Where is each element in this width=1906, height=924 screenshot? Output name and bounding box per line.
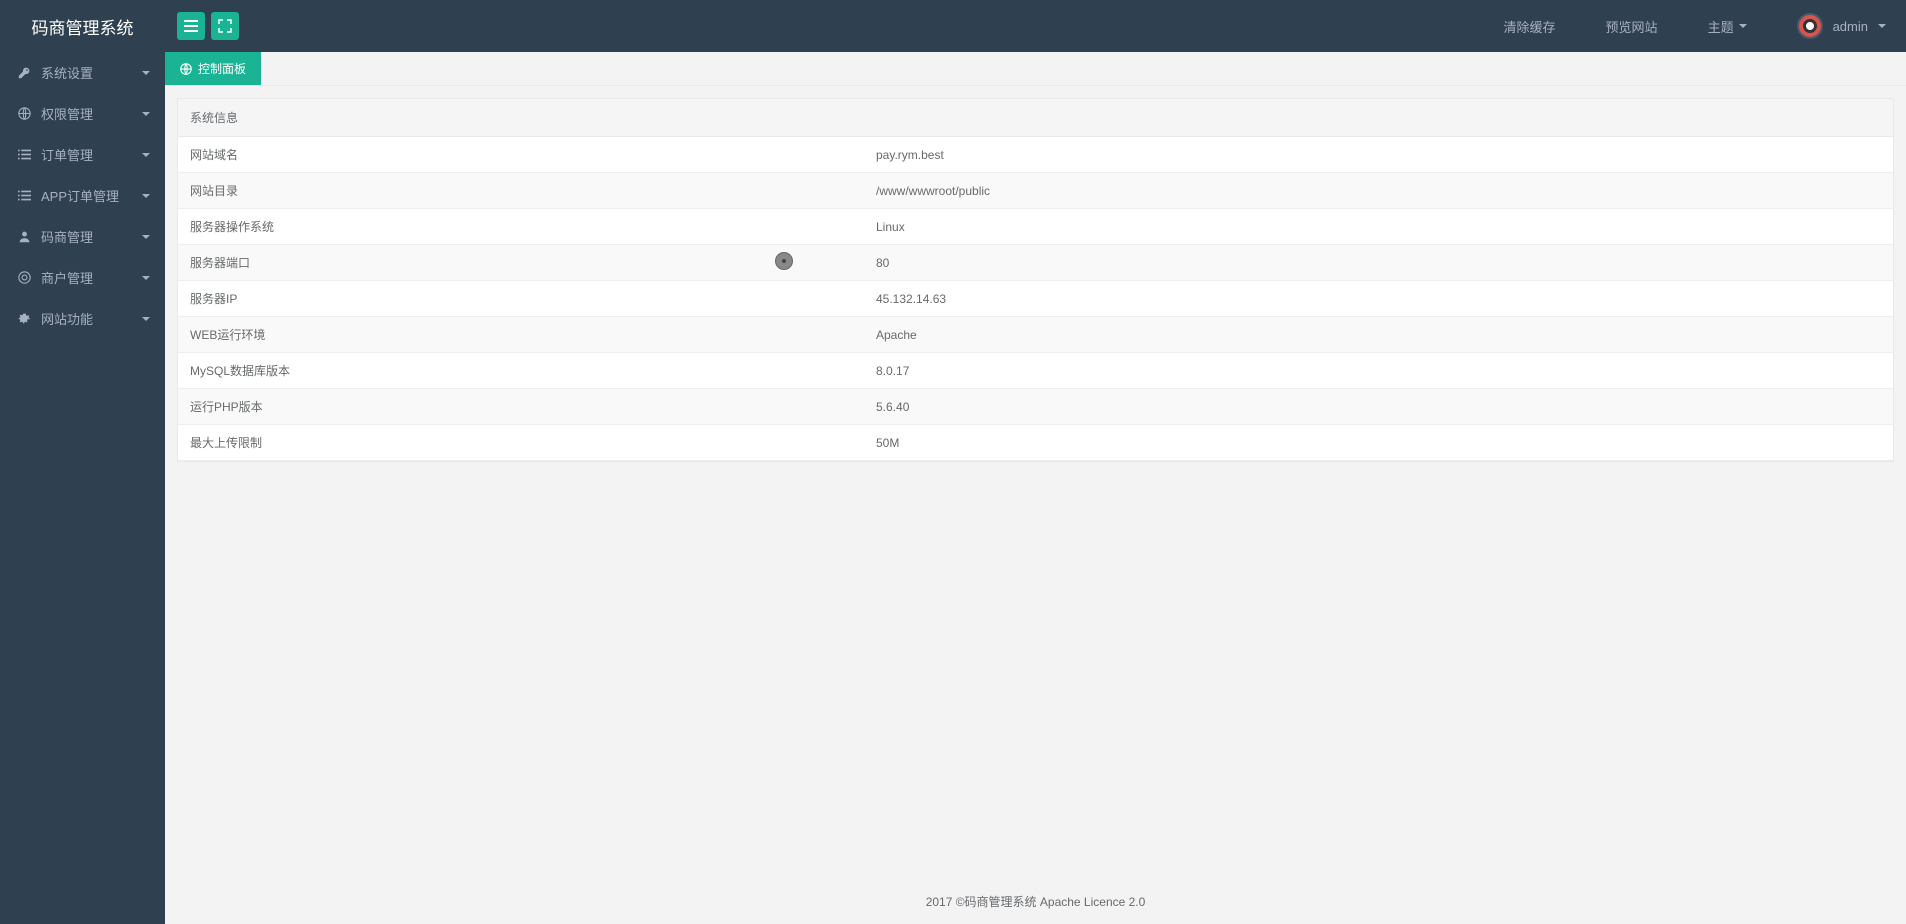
table-row: 服务器端口80: [178, 245, 1893, 281]
info-label: 最大上传限制: [178, 425, 864, 461]
sidebar-item-app-order-management[interactable]: APP订单管理: [0, 175, 165, 216]
content-area: 系统信息 网站域名pay.rym.best网站目录/www/wwwroot/pu…: [165, 86, 1906, 924]
table-row: 运行PHP版本5.6.40: [178, 389, 1893, 425]
system-info-table: 网站域名pay.rym.best网站目录/www/wwwroot/public服…: [178, 137, 1893, 461]
main-container: 系统设置 权限管理 订单管理 APP订单管理: [0, 52, 1906, 924]
sidebar-item-label: 网站功能: [41, 309, 93, 328]
list-icon: [15, 189, 33, 202]
tab-control-panel[interactable]: 控制面板: [165, 52, 261, 85]
info-label: WEB运行环境: [178, 317, 864, 353]
app-logo: 码商管理系统: [0, 0, 165, 52]
tab-bar: 控制面板: [165, 52, 1906, 86]
fullscreen-button[interactable]: [211, 12, 239, 40]
chevron-down-icon: [142, 194, 150, 198]
info-label: 服务器操作系统: [178, 209, 864, 245]
gear-icon: [15, 312, 33, 325]
info-label: MySQL数据库版本: [178, 353, 864, 389]
footer-text: 2017 ©码商管理系统 Apache Licence 2.0: [926, 895, 1146, 909]
main-area: 控制面板 系统信息 网站域名pay.rym.best网站目录/www/wwwro…: [165, 52, 1906, 924]
table-row: 网站目录/www/wwwroot/public: [178, 173, 1893, 209]
app-title: 码商管理系统: [32, 14, 134, 39]
header-left-controls: [165, 12, 239, 40]
system-info-panel: 系统信息 网站域名pay.rym.best网站目录/www/wwwroot/pu…: [177, 98, 1894, 462]
clear-cache-label: 清除缓存: [1504, 17, 1556, 36]
panel-title: 系统信息: [190, 111, 238, 125]
sidebar: 系统设置 权限管理 订单管理 APP订单管理: [0, 52, 165, 924]
sidebar-item-label: 权限管理: [41, 104, 93, 123]
info-label: 网站目录: [178, 173, 864, 209]
cursor-indicator: [775, 252, 793, 270]
table-row: WEB运行环境Apache: [178, 317, 1893, 353]
info-value: pay.rym.best: [864, 137, 1893, 173]
sidebar-item-site-features[interactable]: 网站功能: [0, 298, 165, 339]
table-row: MySQL数据库版本8.0.17: [178, 353, 1893, 389]
sidebar-item-system-settings[interactable]: 系统设置: [0, 52, 165, 93]
preview-site-label: 预览网站: [1606, 17, 1658, 36]
info-label: 服务器IP: [178, 281, 864, 317]
sidebar-item-shop-management[interactable]: 商户管理: [0, 257, 165, 298]
chevron-down-icon: [142, 276, 150, 280]
info-value: Linux: [864, 209, 1893, 245]
panel-header: 系统信息: [178, 99, 1893, 137]
theme-label: 主题: [1708, 17, 1734, 36]
table-row: 最大上传限制50M: [178, 425, 1893, 461]
info-label: 服务器端口: [178, 245, 864, 281]
caret-down-icon: [1878, 24, 1886, 28]
key-icon: [15, 66, 33, 79]
info-value: 45.132.14.63: [864, 281, 1893, 317]
avatar: [1797, 13, 1823, 39]
table-row: 网站域名pay.rym.best: [178, 137, 1893, 173]
caret-down-icon: [1739, 24, 1747, 28]
info-value: Apache: [864, 317, 1893, 353]
chevron-down-icon: [142, 317, 150, 321]
sidebar-item-permission-management[interactable]: 权限管理: [0, 93, 165, 134]
clear-cache-link[interactable]: 清除缓存: [1504, 17, 1556, 36]
sidebar-item-label: 订单管理: [41, 145, 93, 164]
header-right-controls: 清除缓存 预览网站 主题 admin: [1504, 13, 1906, 39]
info-value: 8.0.17: [864, 353, 1893, 389]
globe-icon: [15, 107, 33, 120]
fullscreen-icon: [218, 19, 232, 33]
user-menu[interactable]: admin: [1797, 13, 1886, 39]
chevron-down-icon: [142, 112, 150, 116]
target-icon: [15, 271, 33, 284]
sidebar-item-label: 商户管理: [41, 268, 93, 287]
username-label: admin: [1833, 19, 1868, 34]
tab-label: 控制面板: [198, 60, 246, 77]
chevron-down-icon: [142, 71, 150, 75]
theme-dropdown[interactable]: 主题: [1708, 17, 1747, 36]
sidebar-item-label: 系统设置: [41, 63, 93, 82]
sidebar-item-label: APP订单管理: [41, 186, 119, 205]
info-label: 网站域名: [178, 137, 864, 173]
info-label: 运行PHP版本: [178, 389, 864, 425]
sidebar-item-merchant-management[interactable]: 码商管理: [0, 216, 165, 257]
table-row: 服务器操作系统Linux: [178, 209, 1893, 245]
sidebar-item-order-management[interactable]: 订单管理: [0, 134, 165, 175]
info-value: 80: [864, 245, 1893, 281]
menu-icon: [184, 20, 198, 32]
chevron-down-icon: [142, 153, 150, 157]
info-value: 50M: [864, 425, 1893, 461]
list-icon: [15, 148, 33, 161]
menu-toggle-button[interactable]: [177, 12, 205, 40]
info-value: 5.6.40: [864, 389, 1893, 425]
user-icon: [15, 230, 33, 243]
top-header: 码商管理系统 清除缓存 预览网站 主题 admin: [0, 0, 1906, 52]
globe-icon: [180, 63, 192, 75]
info-value: /www/wwwroot/public: [864, 173, 1893, 209]
preview-site-link[interactable]: 预览网站: [1606, 17, 1658, 36]
footer: 2017 ©码商管理系统 Apache Licence 2.0: [177, 885, 1894, 912]
table-row: 服务器IP45.132.14.63: [178, 281, 1893, 317]
avatar-icon: [1803, 19, 1817, 33]
chevron-down-icon: [142, 235, 150, 239]
sidebar-item-label: 码商管理: [41, 227, 93, 246]
